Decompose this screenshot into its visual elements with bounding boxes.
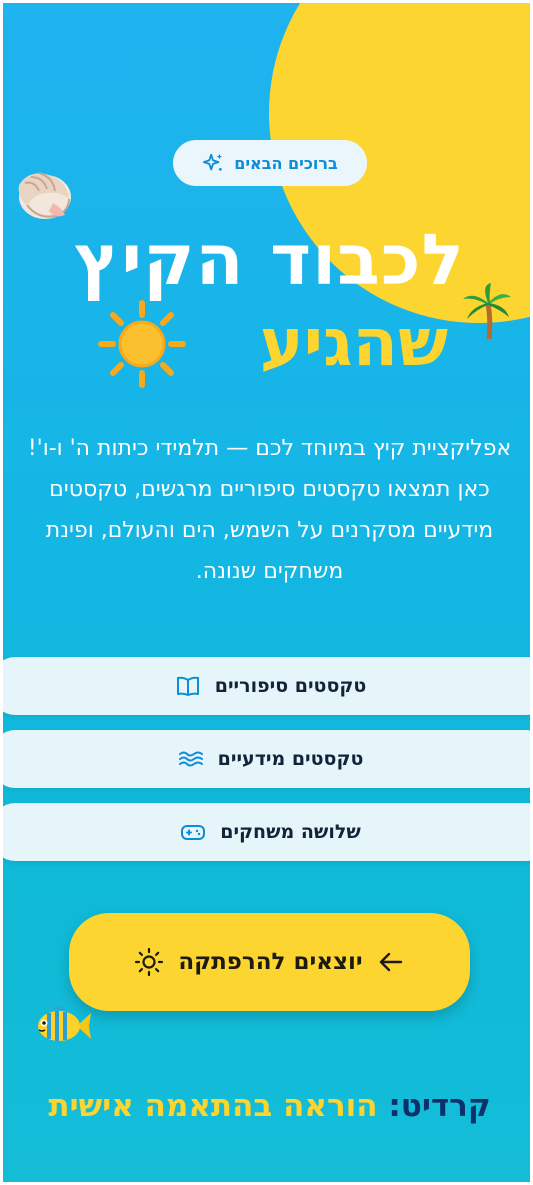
credit-prefix: קרדיט:: [388, 1088, 491, 1124]
menu-button-stories[interactable]: טקסטים סיפוריים: [3, 657, 530, 715]
waves-icon: [178, 751, 203, 767]
badge-label: ברוכים הבאים: [234, 153, 338, 173]
credit-text: הוראה בהתאמה אישית: [48, 1088, 378, 1124]
credit-line: קרדיט: הוראה בהתאמה אישית: [3, 1081, 530, 1131]
menu-label-games: שלושה משחקים: [220, 821, 361, 843]
sun-icon: [98, 300, 186, 388]
menu-label-stories: טקסטים סיפוריים: [214, 675, 367, 697]
hero-title-line2: שהגיע: [259, 304, 448, 381]
open-book-icon: [176, 676, 199, 696]
sparkles-icon: [203, 153, 223, 171]
welcome-badge: ברוכים הבאים: [173, 140, 367, 186]
arrow-left-icon: [379, 952, 402, 972]
gamepad-icon: [181, 825, 206, 840]
hero-title-line1: לכבוד הקיץ: [74, 219, 465, 301]
fish-icon: [38, 1006, 91, 1041]
menu-button-informational[interactable]: טקסטים מידעיים: [3, 730, 530, 788]
sun-outline-icon: [135, 947, 164, 977]
intro-paragraph: אפליקציית קיץ במיוחד לכם — תלמידי כיתות …: [27, 436, 512, 584]
cta-label: יוצאים להרפתקה: [178, 949, 363, 975]
app-screen: ברוכים הבאים לכבוד הקיץ שהגיע אפליקציית …: [0, 0, 533, 1185]
start-adventure-button[interactable]: יוצאים להרפתקה: [69, 913, 470, 1011]
menu-label-informational: טקסטים מידעיים: [217, 748, 364, 770]
menu-button-games[interactable]: שלושה משחקים: [3, 803, 530, 861]
